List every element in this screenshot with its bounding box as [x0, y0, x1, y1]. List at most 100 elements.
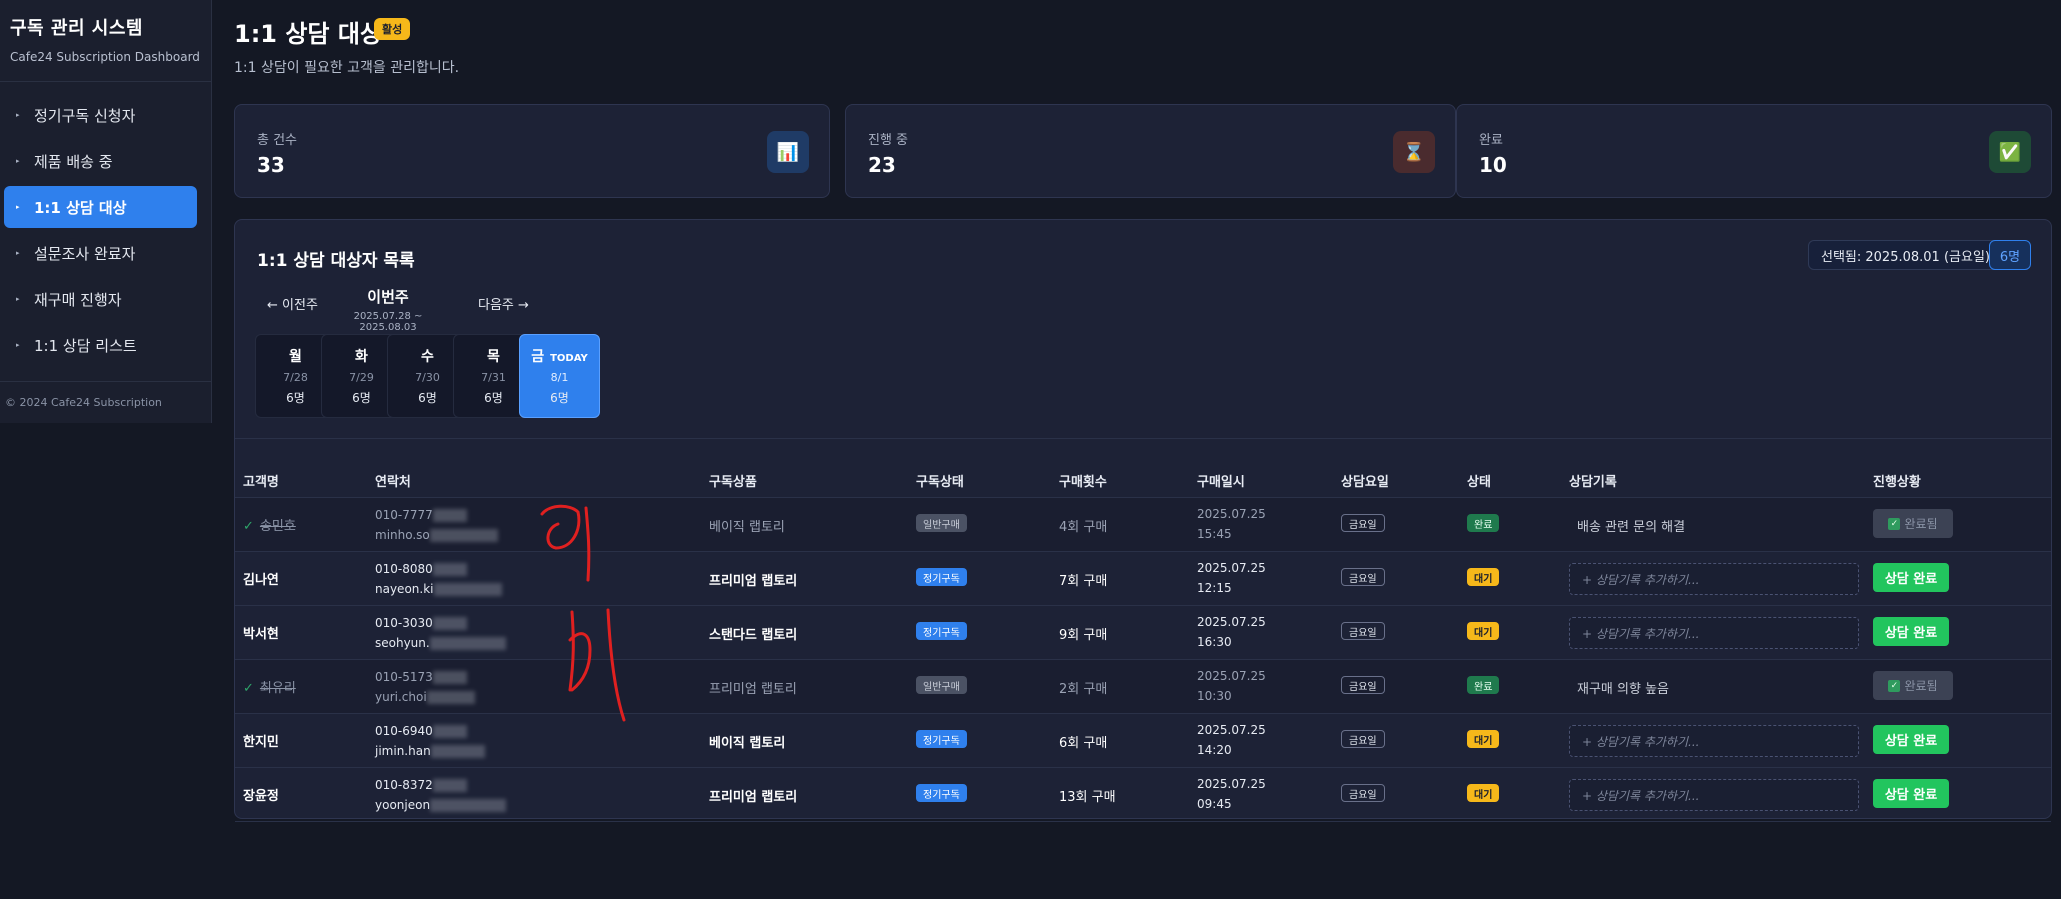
current-week-label: 이번주 — [367, 288, 409, 306]
col-header-purchase-count: 구매횟수 — [1059, 475, 1107, 490]
sidebar-item-5[interactable]: ▸ 재구매 진행자 — [4, 278, 197, 320]
redacted-block — [432, 617, 467, 630]
bullet-icon: ▸ — [16, 341, 20, 349]
phone: 010-8372 — [375, 778, 433, 792]
table-row: 박서현 010-3030 seohyun. 스탠다드 랩토리 정기구독 9회 구매 2025… — [235, 606, 2051, 660]
checkmark-icon: ✓ — [243, 519, 254, 534]
sidebar-item-3[interactable]: ▸ 1:1 상담 대상 — [4, 186, 197, 228]
sidebar-item-6[interactable]: ▸ 1:1 상담 리스트 — [4, 324, 197, 366]
add-record-input[interactable]: + 상담기록 추가하기... — [1569, 617, 1859, 649]
sidebar-item-4[interactable]: ▸ 설문조사 완료자 — [4, 232, 197, 274]
app-subtitle: Cafe24 Subscription Dashboard — [10, 50, 200, 64]
customer-name: 최유리 — [259, 681, 296, 696]
table-row: 한지민 010-6940 jimin.han 베이직 랩토리 정기구독 6회 구매 2025… — [235, 714, 2051, 768]
purchase-time: 14:20 — [1197, 743, 1232, 757]
stat-value: 23 — [868, 153, 896, 177]
customer-name-cell: ✓ 최유리 — [243, 677, 296, 696]
redacted-block — [432, 671, 467, 684]
consult-record-text: 재구매 의향 높음 — [1577, 682, 1669, 697]
consult-day-badge: 금요일 — [1341, 568, 1385, 586]
phone: 010-5173 — [375, 670, 433, 684]
sidebar-item-label: 제품 배송 중 — [34, 152, 113, 171]
prev-week-button[interactable]: ← 이전주 — [267, 294, 318, 313]
redacted-block — [429, 637, 506, 650]
checkbox-icon: ✓ — [1888, 517, 1901, 530]
customer-name-cell: 장윤정 — [243, 785, 279, 804]
list-title: 1:1 상담 대상자 목록 — [257, 251, 415, 271]
purchase-date: 2025.07.25 — [1197, 669, 1266, 683]
sidebar-item-label: 1:1 상담 리스트 — [34, 336, 137, 355]
consult-list-panel: 1:1 상담 대상자 목록 선택됨: 2025.08.01 (금요일) 6명 ←… — [234, 219, 2052, 822]
phone: 010-6940 — [375, 724, 433, 738]
product-cell: 베이직 랩토리 — [709, 736, 786, 751]
add-record-input[interactable]: + 상담기록 추가하기... — [1569, 563, 1859, 595]
redacted-block — [426, 691, 475, 704]
sidebar-item-1[interactable]: ▸ 정기구독 신청자 — [4, 94, 197, 136]
complete-consult-button[interactable]: 상담 완료 — [1873, 617, 1949, 646]
day-name-text: 금 — [531, 349, 545, 365]
chart-icon: 📊 — [767, 131, 809, 173]
customer-name: 박서현 — [243, 627, 279, 642]
purchase-time: 15:45 — [1197, 527, 1232, 541]
purchase-date: 2025.07.25 — [1197, 561, 1266, 575]
col-header-sub-status: 구독상태 — [916, 475, 964, 490]
completed-label: 완료됨 — [1904, 679, 1938, 693]
complete-consult-button[interactable]: 상담 완료 — [1873, 779, 1949, 808]
email-line: yoonjeon — [375, 795, 507, 815]
sidebar-nav: ▸ 정기구독 신청자 ▸ 제품 배송 중 ▸ 1:1 상담 대상 ▸ 설문조사 완료자 ▸ 재구매… — [0, 82, 211, 366]
customer-name: 한지민 — [243, 735, 279, 750]
day-name-text: 월 — [289, 349, 302, 365]
purchase-date-cell: 2025.07.25 09:45 — [1197, 774, 1266, 814]
sidebar-item-2[interactable]: ▸ 제품 배송 중 — [4, 140, 197, 182]
contact-cell: 010-6940 jimin.han — [375, 721, 485, 761]
next-week-button[interactable]: 다음주 → — [478, 294, 529, 313]
complete-consult-button[interactable]: 상담 완료 — [1873, 725, 1949, 754]
add-record-input[interactable]: + 상담기록 추가하기... — [1569, 779, 1859, 811]
redacted-block — [432, 725, 467, 738]
contact-cell: 010-5173 yuri.choi — [375, 667, 475, 707]
check-icon: ✅ — [1989, 131, 2031, 173]
phone-line: 010-7777 — [375, 505, 498, 525]
subscription-badge: 일반구매 — [916, 514, 967, 532]
subscription-badge: 일반구매 — [916, 676, 967, 694]
week-label: 이번주 2025.07.28 ~ 2025.08.03 — [335, 286, 441, 333]
redacted-block — [432, 509, 467, 522]
contact-cell: 010-8372 yoonjeon — [375, 775, 507, 815]
handwritten-annotation — [540, 504, 626, 722]
selected-count-chip: 6명 — [1989, 240, 2031, 270]
phone: 010-3030 — [375, 616, 433, 630]
table-row: ✓ 송민호 010-7777 minho.so 베이직 랩토리 일반구매 4회 구매 2025… — [235, 498, 2051, 552]
purchase-date: 2025.07.25 — [1197, 723, 1266, 737]
col-header-progress: 진행상황 — [1873, 475, 1921, 490]
subscription-badge: 정기구독 — [916, 568, 967, 586]
stat-label: 완료 — [1479, 133, 1503, 148]
email: nayeon.ki — [375, 582, 434, 596]
customer-name-cell: 김나연 — [243, 569, 279, 588]
purchase-time: 16:30 — [1197, 635, 1232, 649]
phone-line: 010-8080 — [375, 559, 502, 579]
customer-name: 장윤정 — [243, 789, 279, 804]
phone-line: 010-6940 — [375, 721, 485, 741]
day-name-text: 수 — [421, 349, 434, 365]
day-date: 8/1 — [550, 371, 569, 384]
stat-value: 33 — [257, 153, 285, 177]
day-tile-5[interactable]: 금 TODAY 8/1 6명 — [519, 334, 600, 418]
email-line: minho.so — [375, 525, 498, 545]
complete-consult-button[interactable]: 상담 완료 — [1873, 563, 1949, 592]
consult-day-badge: 금요일 — [1341, 514, 1385, 532]
purchase-date-cell: 2025.07.25 10:30 — [1197, 666, 1266, 706]
bullet-icon: ▸ — [16, 157, 20, 165]
purchase-date: 2025.07.25 — [1197, 777, 1266, 791]
consult-day-badge: 금요일 — [1341, 730, 1385, 748]
col-header-product: 구독상품 — [709, 475, 757, 490]
add-record-input[interactable]: + 상담기록 추가하기... — [1569, 725, 1859, 757]
purchase-date-cell: 2025.07.25 12:15 — [1197, 558, 1266, 598]
email: yuri.choi — [375, 690, 427, 704]
product-cell: 베이직 랩토리 — [709, 520, 785, 535]
purchase-time: 10:30 — [1197, 689, 1232, 703]
email-line: seohyun. — [375, 633, 506, 653]
subscription-badge: 정기구독 — [916, 730, 967, 748]
purchase-date-cell: 2025.07.25 16:30 — [1197, 612, 1266, 652]
table-row: ✓ 최유리 010-5173 yuri.choi 프리미엄 랩토리 일반구매 2회 구매 20… — [235, 660, 2051, 714]
product-cell: 프리미엄 랩토리 — [709, 682, 797, 697]
